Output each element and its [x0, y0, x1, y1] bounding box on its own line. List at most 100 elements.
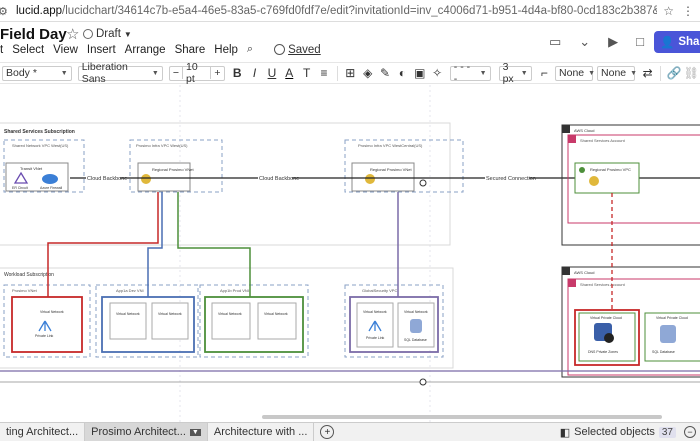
virtual-network-label: Virtual Network	[264, 312, 288, 316]
url-text[interactable]: lucid.app/lucidchart/34614c7b-e5a4-46e5-…	[16, 5, 657, 17]
page-tab[interactable]: ting Architect...	[0, 423, 86, 441]
regional-vpc-label: Regional Prosimo VPC	[590, 167, 631, 172]
aws-cloud-label: AWS Cloud	[574, 128, 595, 133]
vpc-label: Virtual Private Cloud	[590, 316, 622, 320]
shared-services-title: Shared Services Subscription	[4, 129, 75, 135]
private-link-label: Private Link	[366, 336, 385, 340]
shared-services-account-label: Shared Services Account	[580, 138, 626, 143]
italic-button[interactable]: I	[246, 64, 263, 82]
cloud-backbone-label: Cloud Backbone	[87, 176, 127, 182]
virtual-network-box[interactable]	[257, 302, 297, 340]
page-tab-active[interactable]: Prosimo Architect... ▼	[85, 423, 208, 441]
link-icon[interactable]: 🔗	[665, 64, 682, 82]
prosimo-icon	[141, 174, 151, 184]
chevron-down-icon: ▼	[151, 69, 159, 77]
aws-cloud-icon	[562, 125, 570, 133]
align-icon[interactable]: ≡	[315, 64, 332, 82]
video-icon[interactable]: ▶	[608, 34, 618, 50]
menu-item-help[interactable]: Help	[214, 44, 238, 56]
layers-icon[interactable]: ◧	[560, 426, 570, 439]
text-options-icon[interactable]: T	[298, 64, 315, 82]
connector-handle[interactable]	[419, 179, 427, 187]
horizontal-scrollbar[interactable]	[262, 415, 662, 419]
virtual-network-box[interactable]	[109, 302, 147, 340]
comment-icon[interactable]: ▭	[549, 34, 561, 50]
er-circuit-label: ER Circuit	[12, 186, 28, 190]
site-settings-icon[interactable]: ⚙	[0, 5, 10, 18]
menu-item-view[interactable]: View	[53, 44, 78, 56]
private-zones-label: DNS Private Zones	[588, 350, 618, 354]
line-shape-icon[interactable]: ⌐	[536, 64, 553, 82]
add-page-icon[interactable]: +	[320, 425, 335, 439]
text-color-button[interactable]: A	[281, 64, 298, 82]
chevron-down-icon: ▼	[520, 69, 528, 77]
virtual-network-label: Virtual Network	[363, 310, 387, 314]
shared-network-label: Shared Network VPC West(US)	[12, 143, 69, 148]
increase-icon[interactable]: +	[210, 67, 223, 79]
virtual-network-box[interactable]	[151, 302, 189, 340]
more-icon[interactable]: ⋮	[682, 4, 694, 18]
zoom-out-icon[interactable]: −	[684, 426, 696, 438]
line-style-select[interactable]: - - - - ▼	[449, 61, 491, 85]
style-select[interactable]: Body * ▼	[2, 65, 72, 81]
chevron-down-icon[interactable]: ▼	[189, 428, 201, 436]
menu-item-insert[interactable]: Insert	[87, 44, 116, 56]
menu-item-arrange[interactable]: Arrange	[125, 44, 166, 56]
bold-button[interactable]: B	[229, 64, 246, 82]
swap-arrows-icon[interactable]: ⇄	[639, 64, 656, 82]
present-icon[interactable]: □	[636, 34, 644, 50]
secured-connection-label: Secured Connection	[486, 176, 536, 182]
underline-button[interactable]: U	[263, 64, 280, 82]
binoculars-icon[interactable]: ⌕	[247, 43, 253, 56]
decrease-icon[interactable]: −	[170, 67, 183, 79]
font-size-stepper[interactable]: − 10 pt +	[168, 61, 225, 85]
prosimo-vnet-group[interactable]	[3, 284, 91, 358]
image-icon[interactable]: ▣	[411, 64, 428, 82]
toolbar-divider	[336, 65, 338, 81]
prosimo-icon	[365, 174, 375, 184]
sql-database-label: SQL Database	[404, 338, 427, 342]
share-button[interactable]: 👤 Share	[654, 31, 700, 53]
effects-icon[interactable]: ✧	[428, 64, 445, 82]
azure-firewall-icon	[42, 174, 58, 184]
menu-item-share[interactable]: Share	[175, 44, 206, 56]
prosimo-vnet-label: Prosimo VNet	[12, 288, 38, 293]
document-title[interactable]: Field Day	[0, 26, 67, 43]
grid-icon[interactable]: ⊞	[342, 64, 359, 82]
regional-vnet-label: Regional Prosimo VNet	[152, 167, 194, 172]
star-icon[interactable]: ☆	[66, 25, 79, 43]
menu-item-select[interactable]: Select	[12, 44, 44, 56]
draft-status[interactable]: Draft ▼	[83, 28, 132, 40]
cloud-backbone-label-2: Cloud Backbone	[259, 176, 299, 182]
virtual-network-box[interactable]	[211, 302, 251, 340]
page-tab[interactable]: Architecture with ...	[208, 423, 315, 441]
arrow-end-select[interactable]: None ▼	[597, 65, 637, 81]
architecture-diagram[interactable]: Shared Services Subscription Shared Netw…	[0, 85, 700, 422]
aws-cloud-icon	[562, 267, 570, 275]
menu-item-edit[interactable]: t	[0, 44, 3, 56]
toolbar-divider	[660, 65, 662, 81]
opacity-icon[interactable]: ◐	[394, 64, 411, 82]
workload-title: Workload Subscription	[4, 272, 54, 278]
transit-vnet-label: Transit VNet	[20, 166, 43, 171]
collapse-icon[interactable]: ⌄	[579, 34, 590, 50]
diagram-canvas[interactable]: Shared Services Subscription Shared Netw…	[0, 85, 700, 422]
connector-handle[interactable]	[419, 378, 427, 386]
arrow-start-select[interactable]: None ▼	[555, 65, 595, 81]
fill-color-icon[interactable]: ◈	[359, 64, 376, 82]
chevron-down-icon: ▼	[123, 29, 132, 39]
page-tabs-bar: ting Architect... Prosimo Architect... ▼ …	[0, 422, 700, 441]
unlink-icon[interactable]: ⛓	[683, 64, 700, 82]
line-width-select[interactable]: 3 px ▼	[498, 61, 532, 85]
menu-bar: t Select View Insert Arrange Share Help …	[0, 43, 321, 56]
virtual-network-label: Virtual Network	[404, 310, 428, 314]
chevron-down-icon: ▼	[60, 69, 68, 77]
saved-indicator[interactable]: Saved	[274, 44, 321, 56]
selection-status: ◧ Selected objects 37	[552, 423, 684, 441]
account-icon	[568, 279, 576, 287]
private-link-label: Private Link	[35, 334, 54, 338]
virtual-network-label: Virtual Network	[116, 312, 140, 316]
bookmark-icon[interactable]: ☆	[663, 4, 674, 18]
font-select[interactable]: Liberation Sans ▼	[77, 61, 163, 85]
line-color-icon[interactable]: ✎	[376, 64, 393, 82]
